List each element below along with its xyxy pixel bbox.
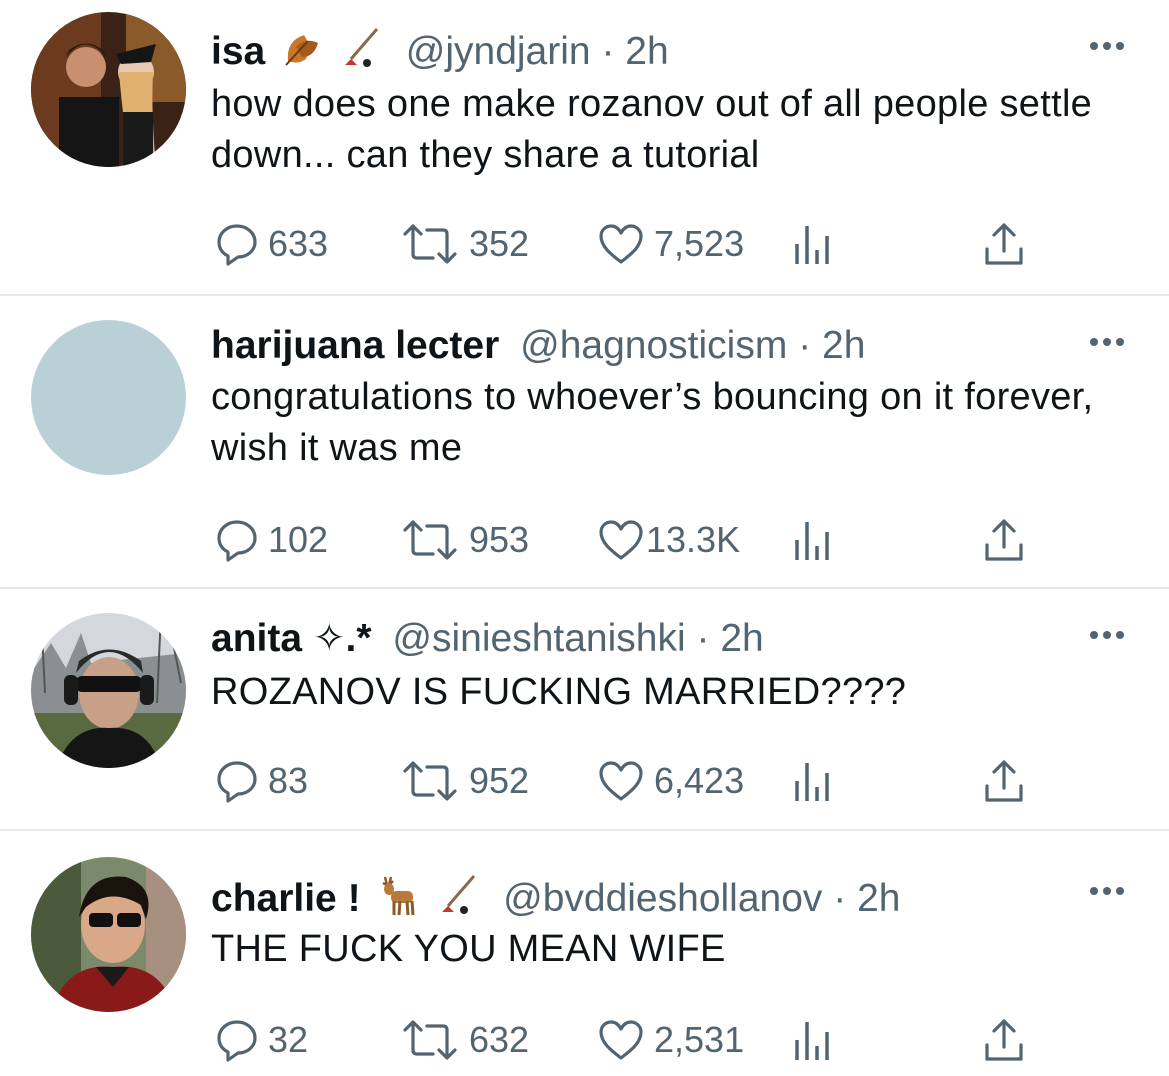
tweet-text: congratulations to whoever’s bouncing on… bbox=[211, 376, 1094, 469]
tweet-actions: 633 352 7,523 bbox=[0, 219, 1169, 269]
separator-dot: · bbox=[798, 324, 823, 367]
heart-icon bbox=[598, 1019, 644, 1061]
retweet-icon bbox=[401, 761, 459, 801]
hockey-stick-icon bbox=[341, 27, 381, 80]
heart-icon bbox=[598, 760, 644, 802]
avatar[interactable] bbox=[31, 613, 186, 768]
display-name[interactable]: harijuana lecter bbox=[211, 324, 499, 367]
tweet-header: isa @jyndjarin · 2h bbox=[211, 27, 669, 73]
more-options-icon[interactable] bbox=[1088, 881, 1128, 901]
tweet[interactable]: harijuana lecter @hagnosticism · 2h cong… bbox=[0, 296, 1169, 587]
reply-button[interactable]: 102 bbox=[216, 515, 328, 565]
username-handle[interactable]: @hagnosticism bbox=[520, 324, 787, 367]
separator-dot: · bbox=[601, 29, 626, 73]
deer-icon bbox=[377, 873, 421, 928]
share-icon bbox=[983, 1017, 1025, 1063]
leaf-icon bbox=[282, 27, 324, 80]
reply-button[interactable]: 32 bbox=[216, 1015, 308, 1065]
like-button[interactable]: 13.3K bbox=[598, 515, 740, 565]
retweet-icon bbox=[401, 520, 459, 560]
retweet-button[interactable]: 953 bbox=[401, 515, 529, 565]
tweet-actions: 83 952 6,423 bbox=[0, 756, 1169, 806]
analytics-icon bbox=[793, 518, 833, 562]
like-count: 7,523 bbox=[654, 223, 745, 264]
username-handle[interactable]: @bvddieshollanov bbox=[503, 877, 822, 920]
heart-icon bbox=[598, 519, 644, 561]
tweet-actions: 102 953 13.3K bbox=[0, 515, 1169, 565]
share-button[interactable] bbox=[983, 1015, 1025, 1065]
timestamp[interactable]: 2h bbox=[822, 324, 865, 367]
reply-count: 102 bbox=[268, 519, 329, 560]
reply-icon bbox=[216, 759, 258, 803]
reply-button[interactable]: 83 bbox=[216, 756, 308, 806]
separator-dot: · bbox=[833, 876, 858, 920]
avatar[interactable] bbox=[31, 320, 186, 475]
like-button[interactable]: 7,523 bbox=[598, 219, 744, 269]
tweet-header: anita ✧.* @sinieshtanishki · 2h bbox=[211, 616, 764, 662]
analytics-icon bbox=[793, 759, 833, 803]
retweet-button[interactable]: 352 bbox=[401, 219, 529, 269]
tweet-text: how does one make rozanov out of all peo… bbox=[211, 83, 1093, 176]
analytics-button[interactable] bbox=[793, 756, 833, 806]
timestamp[interactable]: 2h bbox=[857, 877, 900, 920]
share-icon bbox=[983, 221, 1025, 267]
retweet-count: 953 bbox=[469, 519, 530, 560]
like-button[interactable]: 2,531 bbox=[598, 1015, 744, 1065]
avatar[interactable] bbox=[31, 857, 186, 1012]
tweet-header: harijuana lecter @hagnosticism · 2h bbox=[211, 323, 865, 369]
tweet[interactable]: anita ✧.* @sinieshtanishki · 2h ROZANOV … bbox=[0, 589, 1169, 829]
reply-button[interactable]: 633 bbox=[216, 219, 328, 269]
like-count: 13.3K bbox=[646, 519, 741, 560]
reply-count: 32 bbox=[268, 1019, 309, 1060]
retweet-count: 952 bbox=[469, 760, 530, 801]
reply-icon bbox=[216, 222, 258, 266]
like-count: 6,423 bbox=[654, 760, 745, 801]
share-icon bbox=[983, 517, 1025, 563]
timestamp[interactable]: 2h bbox=[625, 30, 668, 73]
display-name[interactable]: anita ✧.* bbox=[211, 617, 372, 660]
retweet-count: 632 bbox=[469, 1019, 530, 1060]
reply-count: 83 bbox=[268, 760, 309, 801]
more-options-icon[interactable] bbox=[1088, 332, 1128, 352]
display-name[interactable]: charlie ! bbox=[211, 877, 361, 920]
username-handle[interactable]: @jyndjarin bbox=[406, 30, 591, 73]
analytics-button[interactable] bbox=[793, 1015, 833, 1065]
like-button[interactable]: 6,423 bbox=[598, 756, 744, 806]
tweet-text: ROZANOV IS FUCKING MARRIED???? bbox=[211, 671, 907, 713]
share-button[interactable] bbox=[983, 756, 1025, 806]
reply-count: 633 bbox=[268, 223, 329, 264]
more-options-icon[interactable] bbox=[1088, 36, 1128, 56]
share-button[interactable] bbox=[983, 515, 1025, 565]
retweet-count: 352 bbox=[469, 223, 530, 264]
display-name[interactable]: isa bbox=[211, 30, 265, 73]
tweet[interactable]: charlie ! @bvddieshollanov · 2h THE FUCK… bbox=[0, 831, 1169, 1076]
share-icon bbox=[983, 758, 1025, 804]
separator-dot: · bbox=[696, 617, 721, 660]
more-options-icon[interactable] bbox=[1088, 625, 1128, 645]
tweet-actions: 32 632 2,531 bbox=[0, 1015, 1169, 1065]
avatar[interactable] bbox=[31, 12, 186, 167]
analytics-button[interactable] bbox=[793, 219, 833, 269]
timestamp[interactable]: 2h bbox=[720, 617, 763, 660]
analytics-icon bbox=[793, 222, 833, 266]
retweet-button[interactable]: 632 bbox=[401, 1015, 529, 1065]
retweet-icon bbox=[401, 1020, 459, 1060]
tweet-text: THE FUCK YOU MEAN WIFE bbox=[211, 928, 726, 970]
hockey-stick-icon bbox=[438, 874, 478, 927]
share-button[interactable] bbox=[983, 219, 1025, 269]
retweet-button[interactable]: 952 bbox=[401, 756, 529, 806]
like-count: 2,531 bbox=[654, 1019, 745, 1060]
retweet-icon bbox=[401, 224, 459, 264]
reply-icon bbox=[216, 1018, 258, 1062]
heart-icon bbox=[598, 223, 644, 265]
analytics-icon bbox=[793, 1018, 833, 1062]
tweet-header: charlie ! @bvddieshollanov · 2h bbox=[211, 873, 900, 920]
reply-icon bbox=[216, 518, 258, 562]
username-handle[interactable]: @sinieshtanishki bbox=[392, 617, 685, 660]
tweet[interactable]: isa @jyndjarin · 2h how does one make ro… bbox=[0, 0, 1169, 294]
analytics-button[interactable] bbox=[793, 515, 833, 565]
